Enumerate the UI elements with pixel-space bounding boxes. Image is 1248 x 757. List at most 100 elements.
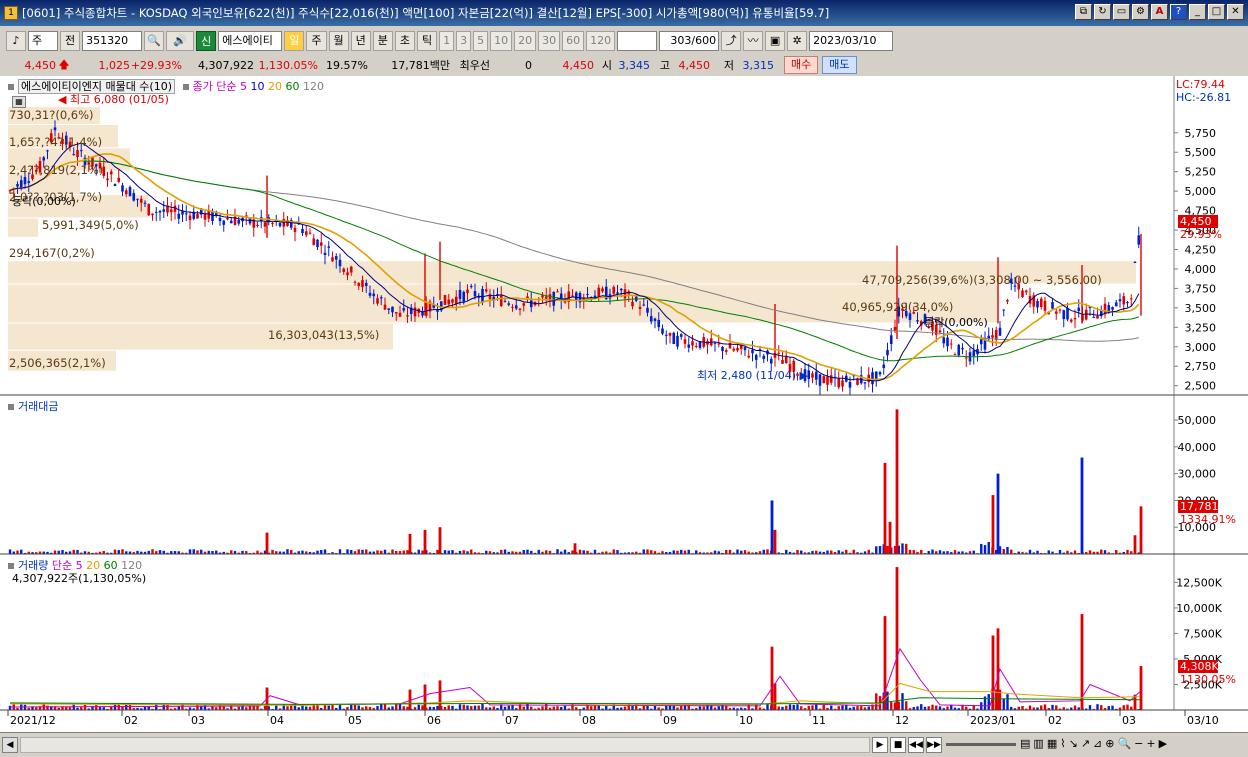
chart-tool-icon[interactable]: ⤴ [721,30,742,51]
candle-body [661,328,664,334]
change-annotation: 등락(0,00%) [12,195,76,208]
candle-body [117,177,121,182]
speaker-icon[interactable]: 🔊 [166,30,195,51]
trend-icon[interactable]: 〰 [743,30,764,51]
amount-spike [883,462,887,554]
period-tick-button[interactable]: 틱 [417,30,438,51]
x-axis-label: 11 [812,714,826,727]
chart-area[interactable]: 5,7505,5005,2505,0004,7504,5004,2504,000… [0,76,1248,732]
zoom-out-icon[interactable]: 🔍 [1117,737,1131,750]
play-icon[interactable]: ▶ [872,737,888,753]
ruler-icon[interactable]: ⊿ [1093,737,1102,750]
amount-bar [912,550,915,554]
minute-5-button[interactable]: 5 [473,30,489,51]
candle-body [571,295,574,297]
minute-60-button[interactable]: 60 [562,30,585,51]
candle-body [1069,319,1073,322]
gear-icon[interactable]: ✲ [787,30,808,51]
price-tick-label: 2,500 [1185,380,1217,393]
search-icon[interactable]: 🔍 [144,30,165,51]
amount-bar [61,549,64,554]
candle-body [642,304,646,306]
volume-bar [286,706,289,710]
candle-body [882,364,886,369]
volume-bar [665,705,668,710]
open-value: 3,345 [618,58,651,72]
period-month-button[interactable]: 월 [328,30,349,51]
scroll-right-icon[interactable]: ▶ [1159,737,1167,750]
volume-bar [766,704,769,710]
scroll-bar[interactable]: ◀ ▶ ■ ◀◀ ▶▶ ▤ ▥ ▦ ⌇ ↘ ↗ ⊿ ⊕ 🔍 − + ▶ [0,732,1248,757]
refresh-icon[interactable]: ↻ [1094,4,1111,20]
settings-icon[interactable]: ⚙ [1132,4,1149,20]
candle-body [668,332,672,336]
stock-name-field[interactable]: 에스에이티 [218,30,283,51]
layout2-icon[interactable]: ▥ [1033,737,1043,750]
stop-icon[interactable]: ■ [890,737,906,753]
zoom-slider[interactable] [946,743,1016,746]
amount-bar [867,549,870,554]
date-picker[interactable]: 2023/03/10 [809,30,894,51]
save-icon[interactable]: ▣ [765,30,786,51]
volume-bar [522,706,525,710]
period-second-button[interactable]: 초 [394,30,415,51]
scroll-track[interactable] [20,737,870,753]
tool-icon[interactable]: ⊕ [1105,737,1114,750]
arrow-icon[interactable]: ↘ [1069,737,1078,750]
minute-3-button[interactable]: 3 [456,30,472,51]
restore-small-icon[interactable]: ▭ [1113,4,1130,20]
custom-period-input[interactable] [617,30,658,51]
period-day-button[interactable]: 일 [284,30,305,51]
volume-bar [788,704,792,710]
draw-icon[interactable]: ⌇ [1060,737,1065,750]
count-field[interactable]: 303/600 [659,30,720,51]
close-icon[interactable]: ✕ [1227,4,1244,20]
minute-120-button[interactable]: 120 [586,30,616,51]
amount-bar [578,549,582,554]
grid-toggle-icon[interactable]: ▦ [12,96,26,108]
maximize-icon[interactable]: □ [1208,4,1225,20]
window-link-icon[interactable]: ⧉ [1075,4,1092,20]
amount-bar [500,549,503,554]
period-minute-button[interactable]: 분 [372,30,393,51]
volume-spike [773,683,777,710]
minus-icon[interactable]: − [1134,737,1143,750]
minute-20-button[interactable]: 20 [514,30,537,51]
minute-1-button[interactable]: 1 [439,30,455,51]
minimize-icon[interactable]: _ [1189,4,1206,20]
layout-icon[interactable]: ▤ [1020,737,1030,750]
rewind-icon[interactable]: ◀◀ [908,737,924,753]
amount-bar [346,549,349,554]
amount-bar [725,550,728,554]
layout3-icon[interactable]: ▦ [1047,737,1057,750]
candle-body [364,282,368,286]
profile-label: 730,31?(0,6%) [9,108,94,122]
volume-bar [796,704,799,710]
minute-10-button[interactable]: 10 [490,30,513,51]
candle-body [323,252,327,256]
volume-bar [327,705,330,710]
tool-icon[interactable]: ♪ [6,30,26,51]
volume-bar [593,705,597,710]
sell-button[interactable]: 매도 [822,56,857,74]
buy-button[interactable]: 매수 [784,56,819,74]
period-week-button[interactable]: 주 [306,30,327,51]
prev-button[interactable]: 전 [60,30,81,51]
period-year-button[interactable]: 년 [350,30,371,51]
code-input[interactable]: 351320 [82,30,143,51]
fast-forward-icon[interactable]: ▶▶ [926,737,942,753]
font-icon[interactable]: A [1151,4,1168,20]
line-icon[interactable]: ↗ [1081,737,1090,750]
volume-bar [1096,704,1099,710]
amount-bar [785,549,788,554]
help-icon[interactable]: ? [1170,4,1187,20]
minute-30-button[interactable]: 30 [538,30,561,51]
scroll-left-icon[interactable]: ◀ [2,737,18,753]
shin-badge: 신 [196,30,217,51]
volume-bar [916,706,919,710]
plus-icon[interactable]: + [1146,737,1155,750]
market-select[interactable]: 주 [28,30,58,51]
volume-bar [338,704,342,710]
up-arrow-icon: 🡅 [58,57,70,71]
volume-spike [770,646,774,710]
